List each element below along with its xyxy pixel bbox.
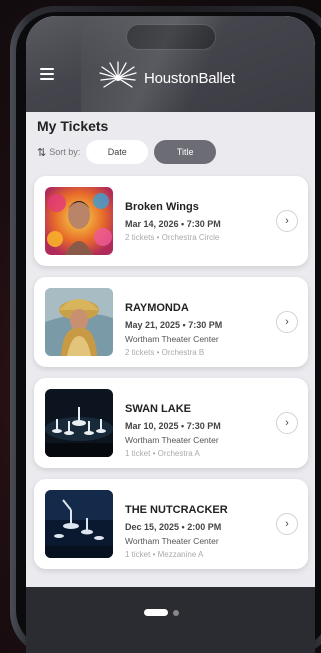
chevron-right-icon[interactable]: › [276, 210, 298, 232]
ticket-card[interactable]: THE NUTCRACKER Dec 15, 2025 • 2:00 PM Wo… [34, 479, 308, 569]
dynamic-island [126, 24, 216, 50]
chevron-right-icon[interactable]: › [276, 513, 298, 535]
event-date: Dec 15, 2025 • 2:00 PM [125, 522, 222, 532]
event-name: Broken Wings [125, 201, 199, 213]
chevron-right-icon[interactable]: › [276, 311, 298, 333]
hamburger-menu-icon[interactable] [40, 68, 54, 80]
event-thumbnail [45, 490, 113, 558]
event-name: THE NUTCRACKER [125, 504, 228, 516]
ticket-seats: 2 tickets • Orchestra B [125, 348, 205, 357]
ticket-card[interactable]: Broken Wings Mar 14, 2026 • 7:30 PM 2 ti… [34, 176, 308, 266]
app-logo: HoustonBallet [98, 61, 235, 95]
sort-bar: ⇅ Sort by: Date Title [37, 140, 217, 164]
chevron-right-icon[interactable]: › [276, 412, 298, 434]
event-thumbnail [45, 288, 113, 356]
event-date: Mar 14, 2026 • 7:30 PM [125, 219, 221, 229]
ticket-seats: 1 ticket • Mezzanine A [125, 550, 204, 559]
ticket-card[interactable]: SWAN LAKE Mar 10, 2025 • 7:30 PM Wortham… [34, 378, 308, 468]
page-indicator[interactable] [144, 609, 179, 616]
page-dot-active[interactable] [144, 609, 168, 616]
event-thumbnail [45, 389, 113, 457]
ticket-seats: 1 ticket • Orchestra A [125, 449, 200, 458]
ticket-card[interactable]: RAYMONDA May 21, 2025 • 7:30 PM Wortham … [34, 277, 308, 367]
app-header: HoustonBallet [26, 16, 315, 112]
sort-title-button[interactable]: Title [154, 140, 217, 164]
event-date: Mar 10, 2025 • 7:30 PM [125, 421, 221, 431]
ticket-seats: 2 tickets • Orchestra Circle [125, 233, 220, 242]
page-title: My Tickets [37, 118, 109, 134]
logo-text: HoustonBallet [144, 69, 235, 87]
page-dot[interactable] [173, 609, 179, 616]
sort-date-button[interactable]: Date [86, 140, 149, 164]
event-name: RAYMONDA [125, 302, 189, 314]
event-thumbnail [45, 187, 113, 255]
event-venue: Wortham Theater Center [125, 536, 219, 546]
sort-label: Sort by: [49, 147, 81, 157]
event-name: SWAN LAKE [125, 403, 191, 415]
sort-icon: ⇅ [37, 146, 47, 159]
app-screen: HoustonBallet My Tickets ⇅ Sort by: Date… [26, 16, 315, 653]
bottom-bar [26, 587, 315, 653]
event-venue: Wortham Theater Center [125, 334, 219, 344]
event-date: May 21, 2025 • 7:30 PM [125, 320, 223, 330]
event-venue: Wortham Theater Center [125, 435, 219, 445]
houston-ballet-logo-icon [99, 61, 137, 88]
